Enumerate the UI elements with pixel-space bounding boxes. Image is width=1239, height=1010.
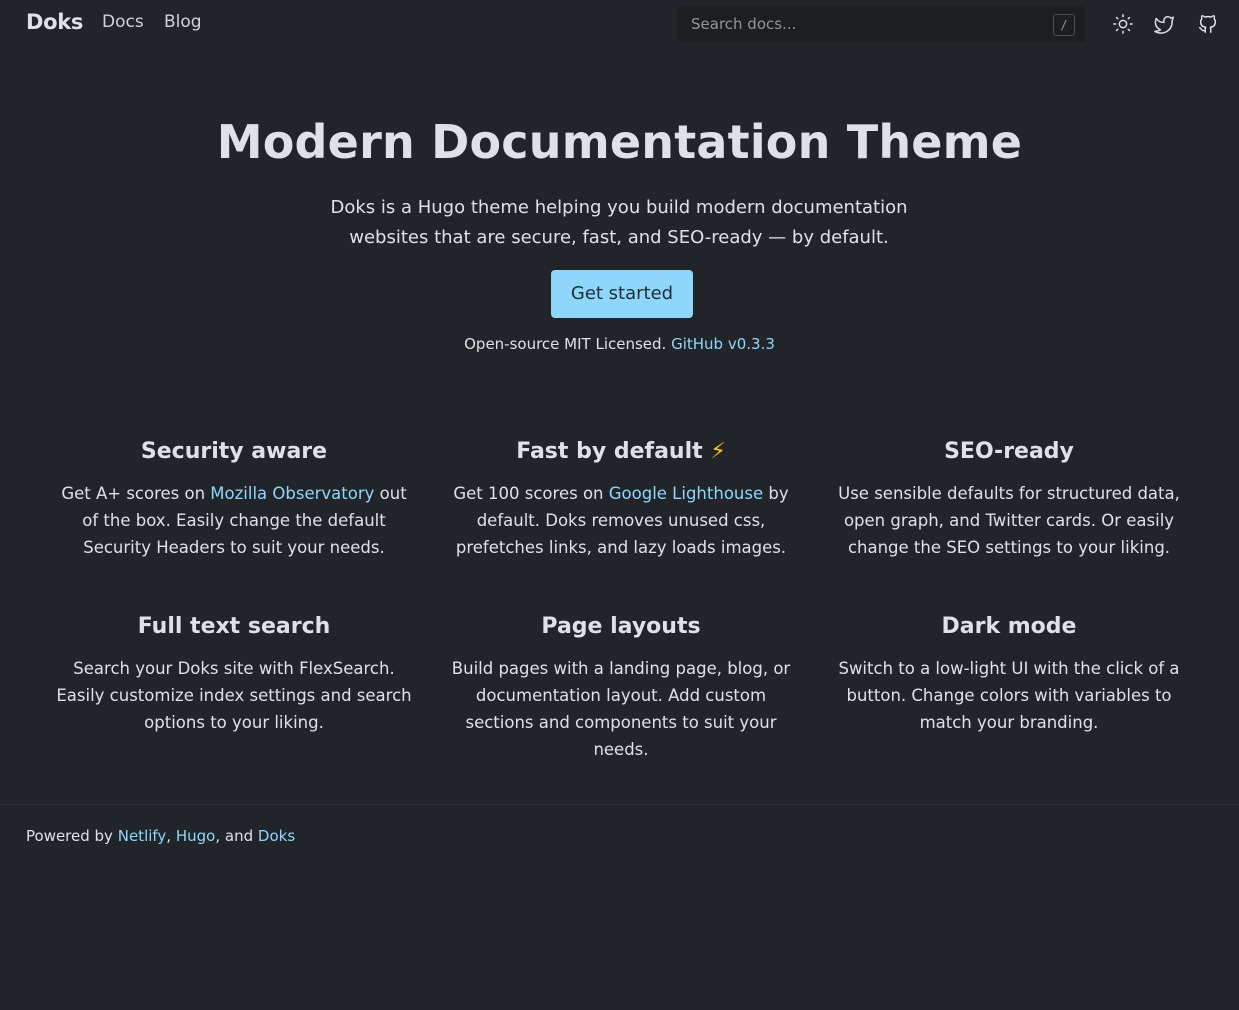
feature-title-text: Fast by default: [516, 439, 703, 464]
footer: Powered by Netlify, Hugo, and Doks: [0, 804, 1239, 1010]
feature-text: Use sensible defaults for structured dat…: [838, 484, 1180, 557]
brand-logo[interactable]: Doks: [26, 10, 83, 34]
license-text: Open-source MIT Licensed.: [464, 335, 667, 353]
feature-text-pre: Get 100 scores on: [453, 484, 609, 503]
feature-search: Full text search Search your Doks site w…: [54, 611, 414, 736]
feature-text: Search your Doks site with FlexSearch. E…: [56, 659, 412, 732]
feature-text-pre: Get A+ scores on: [61, 484, 211, 503]
footer-separator: ,: [166, 827, 172, 845]
hero-lead-line1: Doks is a Hugo theme helping you build m…: [330, 197, 908, 218]
page-title: Modern Documentation Theme: [216, 115, 1023, 169]
nav-link-docs[interactable]: Docs: [102, 12, 144, 32]
footer-separator: , and: [215, 827, 254, 845]
feature-title: Full text search: [137, 614, 331, 639]
feature-fast: Fast by default ⚡ Get 100 scores on Goog…: [441, 436, 801, 561]
hero-lead: Doks is a Hugo theme helping you build m…: [319, 193, 919, 253]
nav-link-blog[interactable]: Blog: [164, 12, 202, 32]
footer-prefix: Powered by: [26, 827, 113, 845]
navbar: Doks Docs Blog /: [0, 0, 1239, 48]
google-lighthouse-link[interactable]: Google Lighthouse: [609, 484, 763, 503]
github-icon[interactable]: [1197, 13, 1219, 35]
netlify-link[interactable]: Netlify: [118, 827, 167, 845]
search-shortcut-key: /: [1053, 14, 1075, 36]
feature-title: SEO-ready: [944, 439, 1074, 464]
github-version-link[interactable]: GitHub v0.3.3: [671, 335, 775, 353]
feature-title: Fast by default ⚡: [441, 436, 801, 468]
twitter-icon[interactable]: [1153, 13, 1175, 35]
license-note: Open-source MIT Licensed. GitHub v0.3.3: [0, 335, 1239, 353]
doks-link[interactable]: Doks: [258, 827, 295, 845]
feature-layouts: Page layouts Build pages with a landing …: [441, 611, 801, 763]
search-input[interactable]: [679, 7, 1085, 41]
feature-text: Get 100 scores on Google Lighthouse by d…: [441, 480, 801, 561]
feature-title: Page layouts: [541, 614, 701, 639]
hugo-link[interactable]: Hugo: [176, 827, 216, 845]
search-box: /: [678, 6, 1086, 42]
feature-text: Build pages with a landing page, blog, o…: [451, 659, 791, 759]
feature-text: Get A+ scores on Mozilla Observatory out…: [54, 480, 414, 561]
feature-security: Security aware Get A+ scores on Mozilla …: [54, 436, 414, 561]
feature-text: Switch to a low-light UI with the click …: [838, 659, 1180, 732]
lightning-icon: ⚡: [710, 439, 726, 464]
mozilla-observatory-link[interactable]: Mozilla Observatory: [210, 484, 374, 503]
feature-dark-mode: Dark mode Switch to a low-light UI with …: [829, 611, 1189, 736]
hero-lead-line2: websites that are secure, fast, and SEO-…: [349, 227, 889, 248]
feature-seo: SEO-ready Use sensible defaults for stru…: [829, 436, 1189, 561]
footer-credits: Powered by Netlify, Hugo, and Doks: [26, 827, 295, 845]
sun-icon[interactable]: [1112, 13, 1134, 35]
feature-title: Dark mode: [941, 614, 1077, 639]
feature-title: Security aware: [140, 439, 328, 464]
get-started-button[interactable]: Get started: [551, 270, 693, 318]
